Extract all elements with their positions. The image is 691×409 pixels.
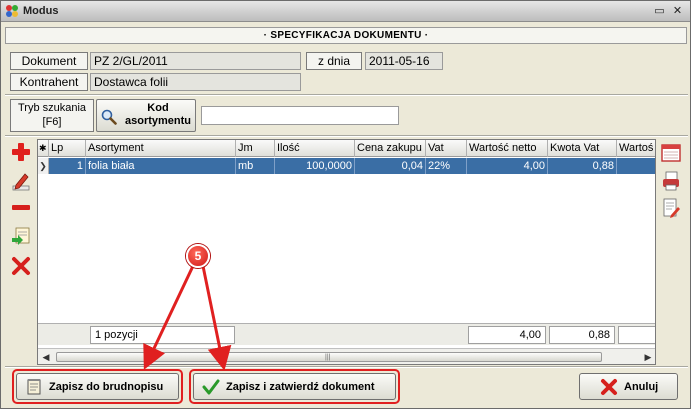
edit-document-icon[interactable] [660,197,682,219]
date-field: 2011-05-16 [365,52,443,70]
cell-ilosc: 100,0000 [275,158,355,174]
section-header: · SPECYFIKACJA DOKUMENTU · [5,27,687,44]
document-number-field: PZ 2/GL/2011 [90,52,301,70]
items-grid[interactable]: ✱ Lp Asortyment Jm Ilość Cena zakupu Vat… [37,139,656,365]
column-header-wartosc-netto[interactable]: Wartość netto [467,140,548,157]
cancel-label: Anuluj [624,381,659,393]
scroll-right-arrow-icon[interactable]: ▶ [642,351,654,363]
minimize-icon[interactable]: ▭ [653,5,666,18]
kod-label-line2: asortymentu [124,115,192,127]
column-header-jm[interactable]: Jm [236,140,275,157]
contractor-label: Kontrahent [10,73,88,91]
grid-footer: 1 pozycji 4,00 0,88 [38,323,655,345]
row-indicator-header: ✱ [38,140,49,157]
column-header-wartosc[interactable]: Wartoś [617,140,655,157]
search-mode-label-line2: [F6] [42,116,62,128]
print-documents-icon[interactable] [660,170,682,192]
edit-row-icon[interactable] [10,171,32,193]
cancel-button[interactable]: Anuluj [579,373,678,400]
table-view-icon[interactable] [660,142,682,164]
scrollbar-thumb[interactable]: ||| [56,352,602,362]
footer-netto-total: 4,00 [468,326,546,344]
date-label: z dnia [306,52,362,70]
cell-wartosc-netto: 4,00 [467,158,548,174]
separator [5,94,688,96]
scroll-left-arrow-icon[interactable]: ◀ [40,351,52,363]
cell-kwota-vat: 0,88 [548,158,617,174]
draft-button-highlight [12,369,183,404]
separator [5,366,688,368]
cell-wartosc [617,158,655,174]
search-mode-label[interactable]: Tryb szukania [F6] [10,99,94,132]
column-header-ilosc[interactable]: Ilość [275,140,355,157]
column-header-cena-zakupu[interactable]: Cena zakupu [355,140,426,157]
table-row[interactable]: 1 folia biała mb 100,0000 0,04 22% 4,00 … [49,158,655,174]
cancel-x-icon [601,379,617,395]
horizontal-scrollbar[interactable]: ◀ ||| ▶ [38,348,655,364]
cell-jm: mb [236,158,275,174]
magnifier-icon [101,109,117,125]
remove-row-icon[interactable] [10,197,32,219]
kod-label-line1: Kod [147,102,169,114]
modus-app-icon [6,5,18,17]
product-code-search-button[interactable]: Kod asortymentu [96,99,196,132]
modus-window: Modus ▭ ✕ · SPECYFIKACJA DOKUMENTU · Dok… [0,0,691,409]
import-items-icon[interactable] [10,225,32,247]
footer-item-count: 1 pozycji [90,326,235,344]
footer-vat-total: 0,88 [549,326,615,344]
cell-asortyment: folia biała [86,158,236,174]
footer-wartosc-total [618,326,655,344]
step-badge: 5 [186,244,210,268]
document-label: Dokument [10,52,88,70]
grid-header: ✱ Lp Asortyment Jm Ilość Cena zakupu Vat… [38,140,655,157]
column-header-kwota-vat[interactable]: Kwota Vat [548,140,617,157]
cell-cena-zakupu: 0,04 [355,158,426,174]
column-header-asortyment[interactable]: Asortyment [86,140,236,157]
window-title: Modus [23,5,59,17]
add-row-icon[interactable] [10,141,32,163]
left-toolbar [5,139,37,365]
close-icon[interactable]: ✕ [671,5,684,18]
cell-vat: 22% [426,158,467,174]
grip-icon: ||| [325,354,331,361]
search-input[interactable] [201,106,399,125]
title-bar: Modus ▭ ✕ [1,1,690,22]
column-header-lp[interactable]: Lp [49,140,86,157]
delete-icon[interactable] [10,255,32,277]
search-mode-label-line1: Tryb szukania [17,102,87,114]
column-header-vat[interactable]: Vat [426,140,467,157]
right-toolbar [657,139,687,365]
cell-lp: 1 [49,158,86,174]
confirm-button-highlight [189,369,400,404]
contractor-field: Dostawca folii [90,73,301,91]
row-indicator: ❯ [38,158,49,174]
separator [5,135,688,137]
